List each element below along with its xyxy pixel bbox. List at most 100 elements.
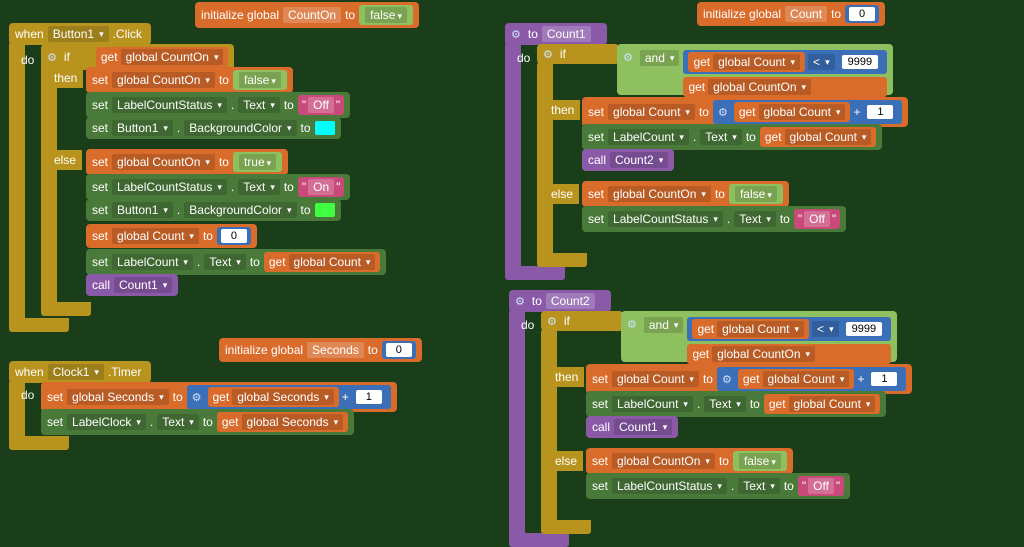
get-count[interactable]: get global Count (760, 127, 877, 147)
var-dd[interactable]: global Count (759, 104, 846, 120)
num-val[interactable]: 1 (867, 105, 893, 119)
comp-dd[interactable]: Button1 (112, 202, 173, 218)
num-val[interactable]: 9999 (846, 322, 882, 336)
proc-name[interactable]: Count2 (546, 293, 595, 309)
prop-dd[interactable]: Text (157, 414, 199, 430)
str-val[interactable]: Off (308, 97, 334, 113)
prop-dd[interactable]: Text (238, 179, 280, 195)
set-counton-false[interactable]: set global CountOn to false (86, 67, 293, 93)
compare-lt[interactable]: get global Count < 9999 (687, 317, 891, 341)
num-1[interactable]: 1 (867, 370, 901, 388)
var-dd[interactable]: global Seconds (67, 389, 169, 405)
num-0[interactable]: 0 (217, 227, 251, 245)
num-9999[interactable]: 9999 (842, 320, 886, 338)
prop-dd[interactable]: Text (704, 396, 746, 412)
math-plus[interactable]: get global Count + 1 (717, 367, 907, 391)
var-dd[interactable]: global CountOn (112, 154, 215, 170)
get-counton[interactable]: get global CountOn (96, 47, 229, 67)
call-count2[interactable]: call Count2 (582, 149, 674, 171)
init-seconds[interactable]: initialize global Seconds to 0 (219, 338, 422, 362)
var-dd[interactable]: global CountOn (712, 346, 815, 362)
set-count-incr[interactable]: set global Count to get global Count + 1 (582, 97, 908, 127)
comp-dd[interactable]: Button1 (112, 120, 173, 136)
init-count[interactable]: initialize global Count to 0 (697, 2, 885, 26)
bool-val[interactable]: false (739, 453, 781, 469)
set-count-incr[interactable]: set global Count to get global Count + 1 (586, 364, 912, 394)
get-counton[interactable]: get global CountOn (687, 344, 891, 364)
comp-dd[interactable]: LabelCountStatus (112, 97, 227, 113)
math-plus[interactable]: get global Seconds + 1 (187, 385, 391, 409)
gear-icon[interactable] (722, 372, 735, 386)
gear-icon[interactable] (623, 50, 636, 64)
var-dd[interactable]: global Seconds (232, 389, 334, 405)
and-dd[interactable]: and (640, 50, 680, 66)
color-swatch[interactable] (315, 203, 335, 217)
count1-if-header[interactable]: if (537, 44, 619, 64)
when-clock1-timer-header[interactable]: when Clock1 .Timer (9, 361, 151, 383)
var-dd[interactable]: global CountOn (612, 453, 715, 469)
var-dd[interactable]: global CountOn (121, 49, 224, 65)
get-seconds[interactable]: get global Seconds (208, 387, 339, 407)
prop-dd[interactable]: Text (738, 478, 780, 494)
proc-name[interactable]: Count1 (542, 26, 591, 42)
bool-val[interactable]: false (239, 72, 281, 88)
math-plus[interactable]: get global Count + 1 (713, 100, 903, 124)
comp-dd[interactable]: Button1 (48, 26, 109, 42)
gear-icon[interactable] (718, 105, 731, 119)
num-val[interactable]: 1 (356, 390, 382, 404)
varname[interactable]: Count (785, 6, 827, 22)
var-dd[interactable]: global Seconds (242, 414, 344, 430)
var-dd[interactable]: global Count (713, 54, 800, 70)
gear-icon[interactable] (547, 314, 560, 328)
get-count[interactable]: get global Count (688, 52, 805, 72)
and-dd[interactable]: and (644, 317, 684, 333)
get-seconds[interactable]: get global Seconds (217, 412, 348, 432)
gear-icon[interactable] (511, 27, 524, 41)
comp-dd[interactable]: LabelClock (67, 414, 146, 430)
set-lcs-text-on[interactable]: set LabelCountStatus . Text to "On" (86, 174, 350, 200)
comp-dd[interactable]: LabelCountStatus (608, 211, 723, 227)
str-val[interactable]: On (308, 179, 334, 195)
num-val[interactable]: 1 (871, 372, 897, 386)
var-dd[interactable]: global Count (612, 371, 699, 387)
when-button1-click-header[interactable]: when Button1 .Click (9, 23, 151, 45)
num-0[interactable]: 0 (845, 5, 879, 23)
gear-icon[interactable] (627, 317, 640, 331)
gear-icon[interactable] (192, 390, 205, 404)
set-labelclock-text[interactable]: set LabelClock . Text to get global Seco… (41, 409, 354, 435)
get-counton[interactable]: get global CountOn (683, 77, 887, 97)
set-counton-true[interactable]: set global CountOn to true (86, 149, 288, 175)
count2-if-header[interactable]: if (541, 311, 623, 331)
varname[interactable]: CountOn (283, 7, 341, 23)
proc-dd[interactable]: Count1 (614, 419, 672, 435)
prop-dd[interactable]: BackgroundColor (184, 202, 296, 218)
set-lcs-off[interactable]: set LabelCountStatus . Text to "Off" (586, 473, 850, 499)
var-dd[interactable]: global Count (112, 228, 199, 244)
prop-dd[interactable]: Text (238, 97, 280, 113)
str-off[interactable]: "Off" (298, 95, 344, 115)
var-dd[interactable]: global Count (789, 396, 876, 412)
comp-dd[interactable]: LabelCount (112, 254, 193, 270)
prop-dd[interactable]: Text (734, 211, 776, 227)
set-lc-text[interactable]: set LabelCount . Text to get global Coun… (582, 124, 882, 150)
prop-dd[interactable]: Text (700, 129, 742, 145)
get-count[interactable]: get global Count (734, 102, 851, 122)
bool-false[interactable]: false (729, 184, 783, 204)
set-counton-false[interactable]: set global CountOn to false (582, 181, 789, 207)
var-dd[interactable]: global Count (785, 129, 872, 145)
get-count[interactable]: get global Count (692, 319, 809, 339)
color-swatch[interactable] (315, 121, 335, 135)
gear-icon[interactable] (543, 47, 556, 61)
op-dd[interactable]: < (808, 54, 835, 70)
and-block[interactable]: and get global Count < 9999 get global C… (617, 44, 893, 95)
var-dd[interactable]: global Count (763, 371, 850, 387)
call-count1[interactable]: call Count1 (586, 416, 678, 438)
get-count[interactable]: get global Count (738, 369, 855, 389)
get-count[interactable]: get global Count (764, 394, 881, 414)
str-off[interactable]: "Off" (794, 209, 840, 229)
str-off[interactable]: "Off" (798, 476, 844, 496)
prop-dd[interactable]: Text (204, 254, 246, 270)
str-val[interactable]: Off (804, 211, 830, 227)
set-lcs-off[interactable]: set LabelCountStatus . Text to "Off" (582, 206, 846, 232)
bool-false[interactable]: false (359, 5, 413, 25)
